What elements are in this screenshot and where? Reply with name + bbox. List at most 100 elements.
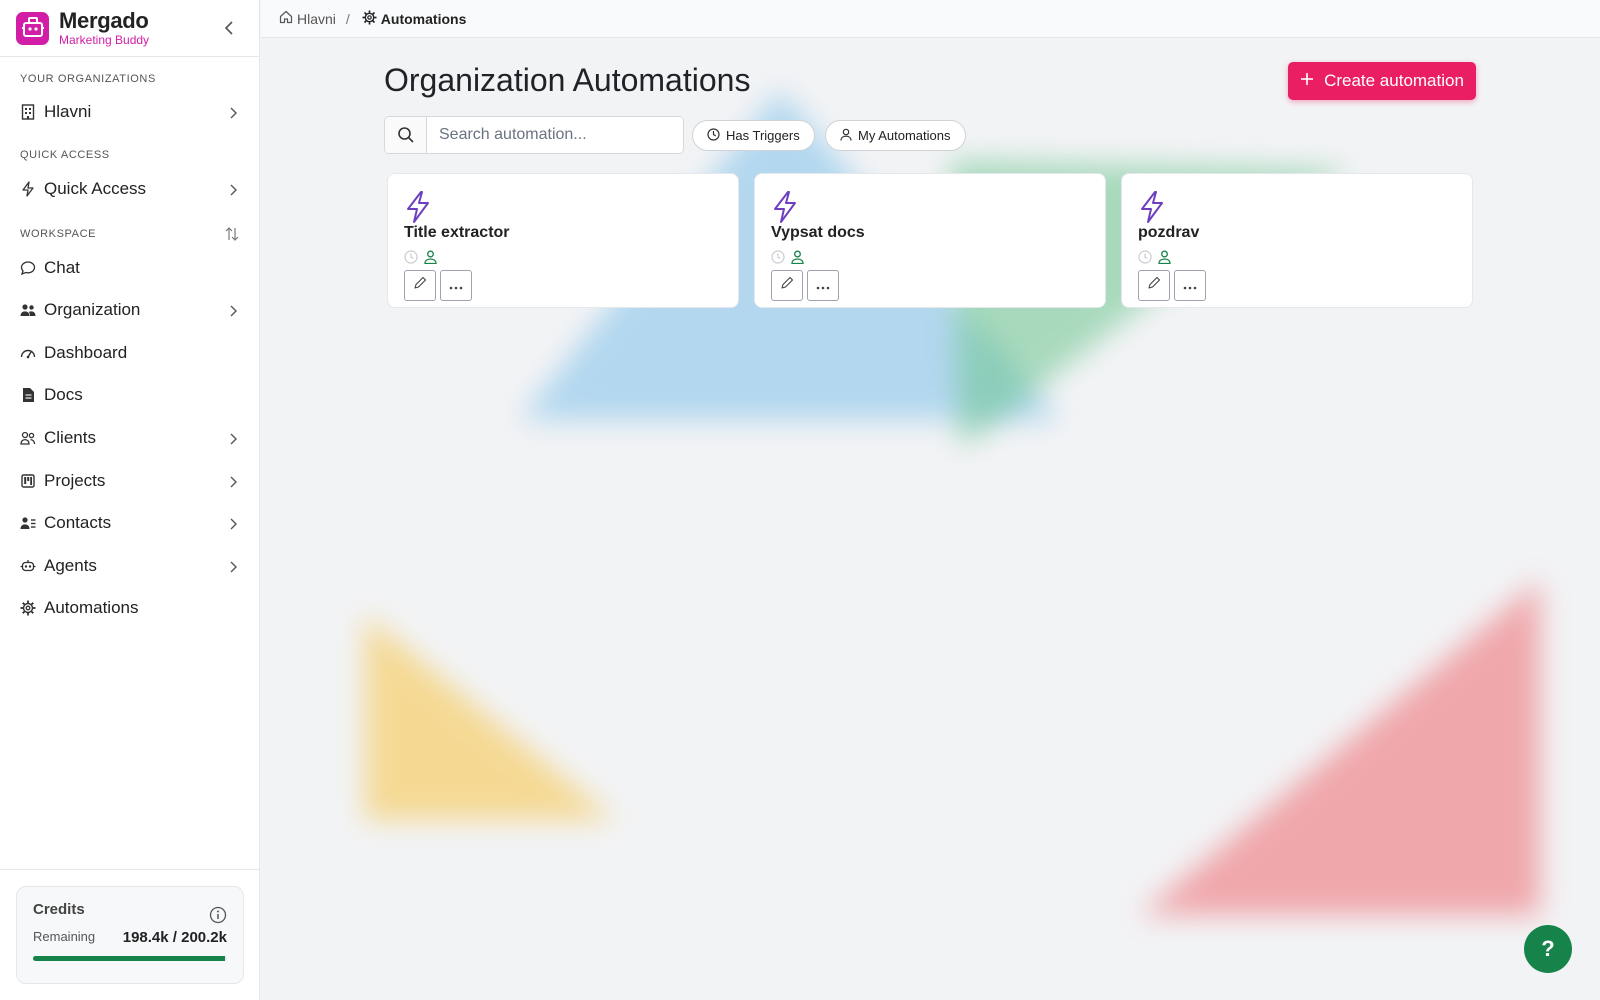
building-icon [20,104,36,120]
brand-logo-icon[interactable] [16,11,49,45]
brand-subtitle: Marketing Buddy [59,33,150,47]
chevron-right-icon [229,302,237,322]
search-box [384,116,684,154]
breadcrumb-current-label: Automations [380,10,467,27]
ellipsis-icon [1183,277,1197,295]
chevron-right-icon [229,181,237,201]
sidebar-item-contacts[interactable]: Contacts [0,506,259,540]
clients-icon [20,430,36,446]
breadcrumb-home-label: Hlavni [297,10,336,27]
credits-remaining-value: 198.4k / 200.2k [122,929,227,946]
chevron-right-icon [229,515,237,535]
sidebar-item-agents[interactable]: Agents [0,549,259,583]
ellipsis-icon [816,277,830,295]
brand-name: Mergado [59,8,149,33]
gear-icon [362,9,377,28]
ellipsis-icon [449,277,463,295]
search-icon[interactable] [385,117,427,153]
search-input[interactable] [427,117,683,153]
credits-title: Credits [33,901,85,918]
sidebar-item-label: Clients [44,428,96,447]
filter-label: My Automations [858,128,951,143]
sidebar-item-organization-switcher[interactable]: Hlavni [0,95,259,129]
lightning-icon [20,181,36,197]
clock-icon [404,250,418,269]
gauge-icon [20,345,36,361]
automation-card-title: pozdrav [1138,224,1200,241]
automation-card-title: Title extractor [404,224,510,241]
sidebar-item-label: Automations [44,598,139,617]
clock-icon [707,127,720,144]
user-icon [791,250,804,269]
sort-icon[interactable] [225,227,239,246]
create-automation-button[interactable]: Create automation [1288,62,1476,100]
credits-panel: Credits Remaining 198.4k / 200.2k [16,886,244,984]
brand-header: Mergado Marketing Buddy [0,0,259,57]
document-icon [20,387,36,403]
sidebar-item-dashboard[interactable]: Dashboard [0,336,259,370]
decor-yellow-shape [365,615,615,820]
sidebar: Mergado Marketing Buddy YOUR ORGANIZATIO… [0,0,260,1000]
automation-card[interactable]: Vypsat docs [754,173,1106,308]
chat-bubble-icon [20,260,36,276]
breadcrumb: Hlavni / Automations [261,0,1600,38]
section-label-workspace: WORKSPACE [20,228,97,240]
plus-icon [1300,71,1314,91]
users-icon [20,302,36,318]
chevron-right-icon [229,104,237,124]
decor-red-shape [1140,580,1540,915]
filter-label: Has Triggers [726,128,800,143]
filter-has-triggers[interactable]: Has Triggers [692,120,815,151]
pencil-icon [1147,276,1161,295]
filter-my-automations[interactable]: My Automations [825,120,966,151]
gear-icon [20,600,36,616]
breadcrumb-separator: / [345,10,350,27]
breadcrumb-home[interactable]: Hlavni [279,10,336,27]
automation-card[interactable]: pozdrav [1121,173,1473,308]
breadcrumb-current: Automations [362,9,467,28]
sidebar-item-quick-access[interactable]: Quick Access [0,172,259,206]
more-options-button[interactable] [1174,270,1206,301]
section-label-quick-access: QUICK ACCESS [20,149,110,161]
create-automation-label: Create automation [1324,71,1464,90]
help-button[interactable]: ? [1524,925,1572,973]
credits-progress-bar [33,956,227,961]
edit-button[interactable] [1138,270,1170,301]
automation-card-title: Vypsat docs [771,224,865,241]
info-icon[interactable] [209,906,227,929]
chevron-right-icon [229,558,237,578]
credits-progress-fill [33,956,226,961]
kanban-icon [20,473,36,489]
collapse-sidebar-button[interactable] [219,18,239,38]
sidebar-item-clients[interactable]: Clients [0,421,259,455]
edit-button[interactable] [771,270,803,301]
sidebar-item-label: Contacts [44,513,112,532]
user-icon [424,250,437,269]
more-options-button[interactable] [440,270,472,301]
chevron-right-icon [229,430,237,450]
sidebar-item-label: Hlavni [44,102,92,121]
user-icon [1158,250,1171,269]
sidebar-item-label: Docs [44,385,83,404]
user-icon [840,128,852,144]
sidebar-item-label: Agents [44,556,97,575]
pencil-icon [780,276,794,295]
robot-icon [20,558,36,574]
sidebar-item-chat[interactable]: Chat [0,251,259,285]
automation-card[interactable]: Title extractor [387,173,739,308]
sidebar-divider [0,869,259,870]
page-title: Organization Automations [384,62,751,98]
sidebar-item-docs[interactable]: Docs [0,378,259,412]
sidebar-item-label: Organization [44,300,141,319]
sidebar-item-label: Projects [44,471,106,490]
clock-icon [1138,250,1152,269]
more-options-button[interactable] [807,270,839,301]
clock-icon [771,250,785,269]
chevron-right-icon [229,473,237,493]
edit-button[interactable] [404,270,436,301]
sidebar-item-automations[interactable]: Automations [0,591,259,625]
sidebar-item-label: Chat [44,258,80,277]
sidebar-item-projects[interactable]: Projects [0,464,259,498]
sidebar-item-organization[interactable]: Organization [0,293,259,327]
sidebar-item-label: Quick Access [44,179,147,198]
